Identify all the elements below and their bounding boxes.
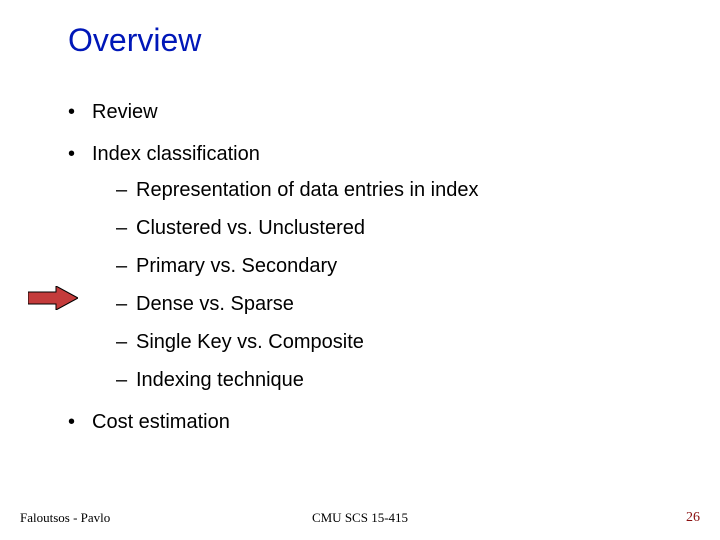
page-number: 26 [686, 510, 700, 526]
sub-bullet-text: Single Key vs. Composite [136, 331, 364, 353]
slide-body: Review Index classification Representati… [68, 100, 680, 452]
sub-bullet-text: Indexing technique [136, 369, 304, 391]
sub-bullet-item: Dense vs. Sparse [116, 292, 680, 316]
sub-bullet-text: Primary vs. Secondary [136, 255, 337, 277]
sub-bullet-item: Clustered vs. Unclustered [116, 216, 680, 240]
bullet-text: Cost estimation [92, 411, 230, 433]
sub-bullet-text: Clustered vs. Unclustered [136, 217, 365, 239]
arrow-right-icon [28, 286, 78, 315]
slide-title: Overview [68, 22, 201, 59]
bullet-list: Review Index classification Representati… [68, 100, 680, 434]
sub-bullet-item: Representation of data entries in index [116, 178, 680, 202]
bullet-item: Review [68, 100, 680, 124]
bullet-item: Index classification Representation of d… [68, 142, 680, 392]
sub-bullet-list: Representation of data entries in index … [92, 178, 680, 392]
bullet-item: Cost estimation [68, 410, 680, 434]
sub-bullet-text: Dense vs. Sparse [136, 293, 294, 315]
sub-bullet-item: Single Key vs. Composite [116, 330, 680, 354]
slide: Overview Review Index classification Rep… [0, 0, 720, 540]
bullet-text: Review [92, 101, 158, 123]
footer-center: CMU SCS 15-415 [0, 510, 720, 526]
bullet-text: Index classification [92, 143, 260, 165]
sub-bullet-item: Primary vs. Secondary [116, 254, 680, 278]
sub-bullet-item: Indexing technique [116, 368, 680, 392]
sub-bullet-text: Representation of data entries in index [136, 179, 478, 201]
